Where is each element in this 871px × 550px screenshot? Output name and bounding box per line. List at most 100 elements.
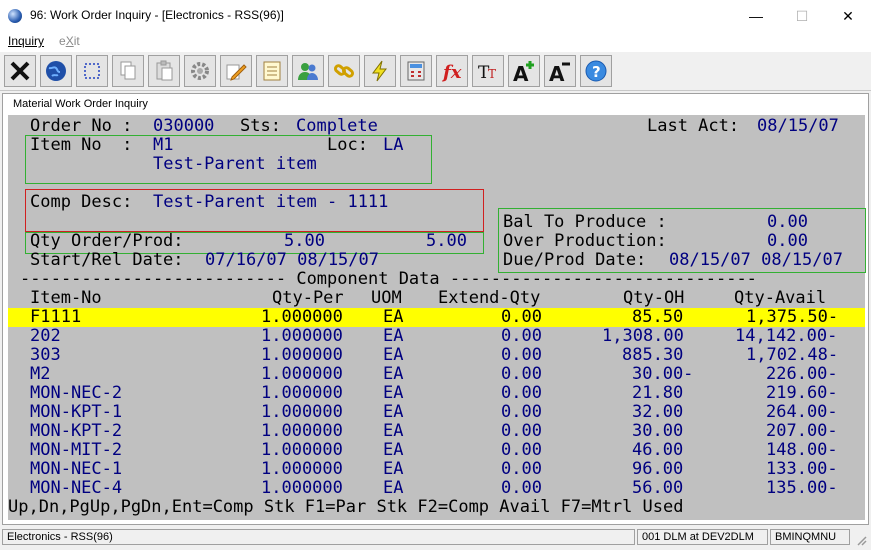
resize-grip-icon[interactable] <box>852 531 868 547</box>
edit-button[interactable] <box>220 55 252 87</box>
paste-button[interactable] <box>148 55 180 87</box>
last-act-value: 08/15/07 <box>757 116 839 136</box>
cell-qty-per: 1.000000 <box>261 421 343 441</box>
cell-uom: EA <box>383 459 404 479</box>
link-button[interactable] <box>328 55 360 87</box>
component-data-divider: -------------------------- Component Dat… <box>20 269 757 289</box>
panel-title: Material Work Order Inquiry <box>13 98 148 110</box>
qty-order-value: 5.00 <box>284 231 325 251</box>
cell-qty-oh: 30.00- <box>632 364 694 384</box>
cell-item-no: MON-NEC-4 <box>30 478 123 498</box>
table-row[interactable]: MON-KPT-1 1.000000 EA 0.00 32.00 264.00- <box>8 403 865 422</box>
chain-link-icon <box>333 64 355 78</box>
users-button[interactable] <box>292 55 324 87</box>
status-program: BMINQMNU <box>770 529 850 545</box>
qty-order-prod-label: Qty Order/Prod: <box>30 231 184 251</box>
col-qty-oh: Qty-OH <box>623 288 685 308</box>
text-size-button[interactable]: TT <box>472 55 504 87</box>
select-box-icon <box>84 63 100 79</box>
font-increase-button[interactable]: A <box>508 55 540 87</box>
window-title: 96: Work Order Inquiry - [Electronics - … <box>30 8 284 22</box>
loc-label: Loc: <box>327 135 368 155</box>
cell-item-no: MON-KPT-1 <box>30 402 123 422</box>
font-decrease-button[interactable]: A <box>544 55 576 87</box>
cell-uom: EA <box>383 402 404 422</box>
cell-qty-avail: 133.00- <box>766 459 838 479</box>
cell-item-no: 202 <box>30 326 61 346</box>
notepad-button[interactable] <box>256 55 288 87</box>
cell-qty-avail: 135.00- <box>766 478 838 498</box>
terminal-screen: Order No : 030000 Sts: Complete Last Act… <box>8 115 866 520</box>
cell-extend-qty: 0.00 <box>501 440 542 460</box>
cell-item-no: MON-NEC-2 <box>30 383 123 403</box>
maximize-button[interactable]: ☐ <box>779 0 825 32</box>
cell-qty-avail: 148.00- <box>766 440 838 460</box>
cell-uom: EA <box>383 478 404 498</box>
help-button[interactable]: ? <box>580 55 612 87</box>
formula-button[interactable]: fx <box>436 55 468 87</box>
cell-qty-avail: 219.60- <box>766 383 838 403</box>
cell-extend-qty: 0.00 <box>501 383 542 403</box>
table-row[interactable]: MON-KPT-2 1.000000 EA 0.00 30.00 207.00- <box>8 422 865 441</box>
order-no-label: Order No : <box>30 116 143 136</box>
table-row[interactable]: 303 1.000000 EA 0.00 885.30 1,702.48- <box>8 346 865 365</box>
table-row-selected[interactable]: F1111 1.000000 EA 0.00 85.50 1,375.50- <box>8 308 865 327</box>
cell-extend-qty: 0.00 <box>501 402 542 422</box>
order-no-value: 030000 <box>153 116 215 136</box>
cell-uom: EA <box>383 364 404 384</box>
col-uom: UOM <box>371 288 402 308</box>
table-row[interactable]: MON-NEC-2 1.000000 EA 0.00 21.80 219.60- <box>8 384 865 403</box>
bal-to-produce-label: Bal To Produce : <box>503 212 667 232</box>
cell-qty-avail: 226.00- <box>766 364 838 384</box>
toolbar: fx TT A A ? <box>0 52 871 91</box>
cell-qty-per: 1.000000 <box>261 440 343 460</box>
copy-icon <box>120 61 136 80</box>
cell-qty-per: 1.000000 <box>261 326 343 346</box>
svg-text:fx: fx <box>441 62 462 83</box>
close-tool-button[interactable] <box>4 55 36 87</box>
col-extend-qty: Extend-Qty <box>438 288 541 308</box>
cell-qty-oh: 21.80 <box>632 383 684 403</box>
notepad-icon <box>263 61 281 81</box>
cell-extend-qty: 0.00 <box>501 421 542 441</box>
cell-item-no: F1111 <box>30 307 82 327</box>
start-rel-date-value: 07/16/07 08/15/07 <box>205 250 379 270</box>
table-row[interactable]: 202 1.000000 EA 0.00 1,308.00 14,142.00- <box>8 327 865 346</box>
close-button[interactable]: ✕ <box>825 0 871 32</box>
select-box-button[interactable] <box>76 55 108 87</box>
calculator-button[interactable] <box>400 55 432 87</box>
settings-button[interactable] <box>184 55 216 87</box>
svg-text:?: ? <box>592 63 601 81</box>
settings-gear-icon <box>191 62 209 80</box>
menu-bar: Inquiry eXit <box>0 32 871 52</box>
status-value: Complete <box>296 116 378 136</box>
due-prod-date-label: Due/Prod Date: <box>503 250 647 270</box>
globe-button[interactable] <box>40 55 72 87</box>
cell-item-no: 303 <box>30 345 61 365</box>
close-icon <box>10 61 30 81</box>
comp-desc-field[interactable]: Test-Parent item - 1111 <box>153 193 388 212</box>
menu-exit[interactable]: eXit <box>59 34 80 48</box>
table-row[interactable]: MON-NEC-4 1.000000 EA 0.00 56.00 135.00- <box>8 479 865 498</box>
minimize-button[interactable]: — <box>733 0 779 32</box>
status-bar: Electronics - RSS(96) 001 DLM at DEV2DLM… <box>0 527 871 549</box>
calculator-icon <box>407 61 425 81</box>
copy-button[interactable] <box>112 55 144 87</box>
cell-qty-oh: 32.00 <box>632 402 684 422</box>
table-row[interactable]: M2 1.000000 EA 0.00 30.00- 226.00- <box>8 365 865 384</box>
table-row[interactable]: MON-MIT-2 1.000000 EA 0.00 46.00 148.00- <box>8 441 865 460</box>
cell-qty-avail: 207.00- <box>766 421 838 441</box>
item-no-value: M1 <box>153 135 174 155</box>
cell-qty-oh: 885.30 <box>622 345 684 365</box>
status-session: 001 DLM at DEV2DLM <box>637 529 768 545</box>
menu-inquiry[interactable]: Inquiry <box>8 34 44 48</box>
menu-exit-prefix: e <box>59 34 66 48</box>
lightning-button[interactable] <box>364 55 396 87</box>
table-row[interactable]: MON-NEC-1 1.000000 EA 0.00 96.00 133.00- <box>8 460 865 479</box>
edit-pencil-icon <box>226 64 247 81</box>
font-increase-icon: A <box>513 61 534 83</box>
cell-uom: EA <box>383 326 404 346</box>
svg-text:T: T <box>488 67 496 81</box>
lightning-icon <box>372 60 387 82</box>
cell-extend-qty: 0.00 <box>501 326 542 346</box>
